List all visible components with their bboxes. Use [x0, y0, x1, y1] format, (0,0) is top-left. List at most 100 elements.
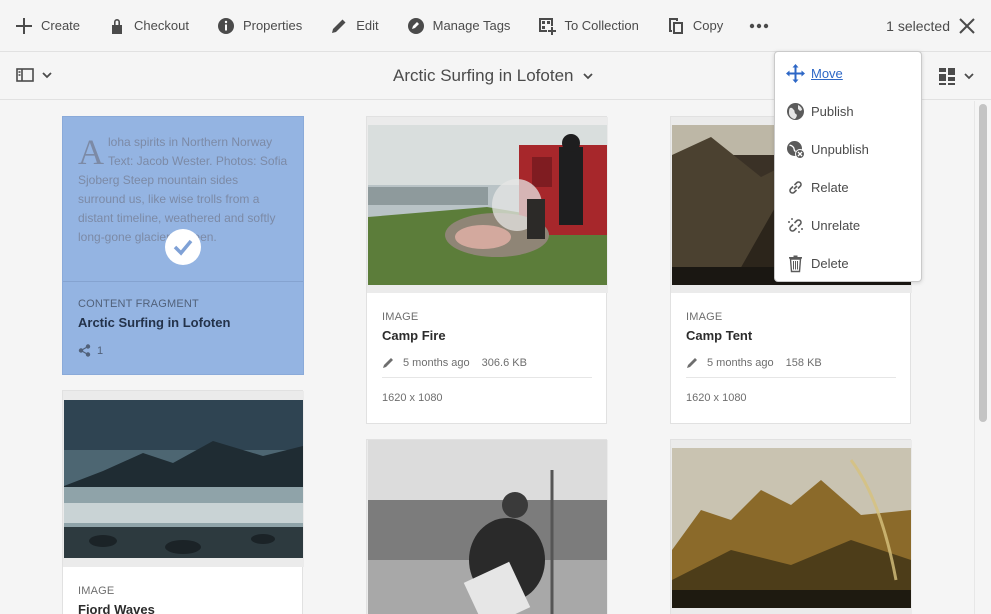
properties-button[interactable]: Properties — [203, 0, 316, 52]
checkout-button[interactable]: Checkout — [94, 0, 203, 52]
chevron-down-icon — [583, 73, 594, 80]
pencil-icon — [332, 19, 346, 33]
asset-title: Camp Fire — [382, 328, 446, 343]
asset-kind: IMAGE — [686, 311, 723, 323]
asset-meta: IMAGE Camp Fire 5 months ago 306.6 KB 16… — [367, 293, 606, 404]
more-actions-button[interactable] — [737, 0, 781, 52]
asset-card-mountains[interactable] — [670, 439, 912, 614]
grid-scroll-thumb[interactable] — [979, 104, 987, 422]
asset-modified-row: 5 months ago 306.6 KB — [382, 357, 591, 369]
chevron-down-icon — [42, 72, 52, 79]
menu-item-unpublish[interactable]: Unpublish — [775, 130, 921, 168]
campfire-photo — [367, 117, 608, 293]
asset-title: Fjord Waves — [78, 602, 155, 614]
manage-tags-label: Manage Tags — [432, 18, 511, 33]
fragment-dropcap: A — [78, 132, 104, 172]
link-off-icon — [788, 217, 803, 233]
surfer-photo — [367, 440, 608, 614]
properties-label: Properties — [242, 18, 303, 33]
manage-tags-button[interactable]: Manage Tags — [393, 0, 525, 52]
info-icon — [217, 17, 234, 34]
asset-modified: 5 months ago — [403, 357, 470, 369]
mountain-photo — [671, 440, 912, 614]
create-button[interactable]: Create — [0, 0, 94, 52]
globe-icon — [787, 102, 804, 120]
copy-icon — [668, 17, 683, 34]
pencil-icon — [383, 358, 393, 368]
to-collection-label: To Collection — [564, 18, 639, 33]
more-actions-menu: Move Publish Unpublish Relate Unrelate D… — [774, 51, 922, 282]
asset-thumbnail — [367, 117, 608, 293]
menu-item-relate[interactable]: Relate — [775, 168, 921, 206]
rail-toggle-icon — [16, 68, 34, 82]
globe-remove-icon — [787, 140, 805, 159]
create-label: Create — [41, 18, 81, 33]
menu-item-label: Unpublish — [811, 141, 869, 157]
asset-card-camp-fire[interactable]: IMAGE Camp Fire 5 months ago 306.6 KB 16… — [366, 116, 608, 424]
menu-item-move[interactable]: Move — [775, 54, 921, 92]
content-fragment-card[interactable]: Aloha spirits in Northern Norway Text: J… — [62, 116, 304, 375]
asset-kind: IMAGE — [382, 311, 419, 323]
checkout-label: Checkout — [134, 18, 189, 33]
action-bar: Create Checkout Properties Edit Manage T… — [0, 0, 991, 52]
to-collection-button[interactable]: To Collection — [524, 0, 652, 52]
menu-item-publish[interactable]: Publish — [775, 92, 921, 130]
asset-card-surfer[interactable] — [366, 439, 608, 614]
fjord-photo — [63, 391, 304, 567]
menu-item-label: Move — [811, 65, 843, 81]
card-divider — [63, 281, 303, 282]
asset-thumbnail — [671, 440, 912, 614]
menu-item-label: Delete — [811, 255, 849, 271]
copy-label: Copy — [692, 18, 724, 33]
menu-item-delete[interactable]: Delete — [775, 244, 921, 282]
rail-toggle-button[interactable] — [16, 67, 52, 83]
page-title-dropdown[interactable]: Arctic Surfing in Lofoten — [393, 66, 594, 86]
link-icon — [789, 180, 802, 194]
asset-modified: 5 months ago — [707, 357, 774, 369]
asset-card-fjord-waves[interactable]: IMAGE Fjord Waves — [62, 390, 304, 614]
menu-item-label: Relate — [811, 179, 849, 195]
asset-size: 306.6 KB — [481, 357, 527, 369]
asset-dimensions: 1620 x 1080 — [382, 392, 443, 404]
fragment-meta: CONTENT FRAGMENT Arctic Surfing in Lofot… — [78, 298, 230, 357]
asset-thumbnail — [63, 391, 304, 567]
asset-size: 158 KB — [785, 357, 822, 369]
chevron-down-icon — [964, 73, 974, 80]
fragment-references: 1 — [78, 344, 230, 357]
trash-icon — [789, 255, 802, 272]
fragment-kind: CONTENT FRAGMENT — [78, 298, 199, 310]
share-icon — [78, 344, 91, 357]
selected-checkmark[interactable] — [165, 229, 201, 265]
asset-dimensions: 1620 x 1080 — [686, 392, 747, 404]
copy-button[interactable]: Copy — [653, 0, 737, 52]
view-switcher[interactable] — [938, 67, 974, 85]
meta-divider — [686, 377, 896, 378]
add-icon — [16, 17, 32, 34]
reference-count: 1 — [97, 344, 104, 357]
check-icon — [173, 239, 193, 256]
asset-title: Camp Tent — [686, 328, 753, 343]
menu-item-label: Publish — [811, 103, 854, 119]
close-selection-button[interactable] — [958, 17, 976, 35]
collection-add-icon — [539, 17, 557, 35]
selection-count: 1 selected — [886, 18, 950, 34]
asset-meta: IMAGE Fjord Waves — [63, 567, 302, 614]
asset-thumbnail — [367, 440, 608, 614]
fragment-title: Arctic Surfing in Lofoten — [78, 315, 231, 330]
edit-label: Edit — [356, 18, 379, 33]
asset-modified-row: 5 months ago 158 KB — [686, 357, 895, 369]
more-icon — [750, 23, 769, 28]
asset-meta: IMAGE Camp Tent 5 months ago 158 KB 1620… — [671, 293, 910, 404]
tag-icon — [407, 17, 424, 34]
page-title: Arctic Surfing in Lofoten — [393, 66, 574, 85]
menu-item-unrelate[interactable]: Unrelate — [775, 206, 921, 244]
edit-button[interactable]: Edit — [316, 0, 392, 52]
card-view-icon — [939, 68, 955, 85]
asset-kind: IMAGE — [78, 585, 115, 597]
pencil-icon — [687, 358, 697, 368]
move-icon — [786, 63, 805, 83]
meta-divider — [382, 377, 592, 378]
close-icon — [959, 18, 975, 34]
fragment-preview-text: loha spirits in Northern Norway Text: Ja… — [78, 135, 288, 244]
menu-item-label: Unrelate — [811, 217, 861, 233]
